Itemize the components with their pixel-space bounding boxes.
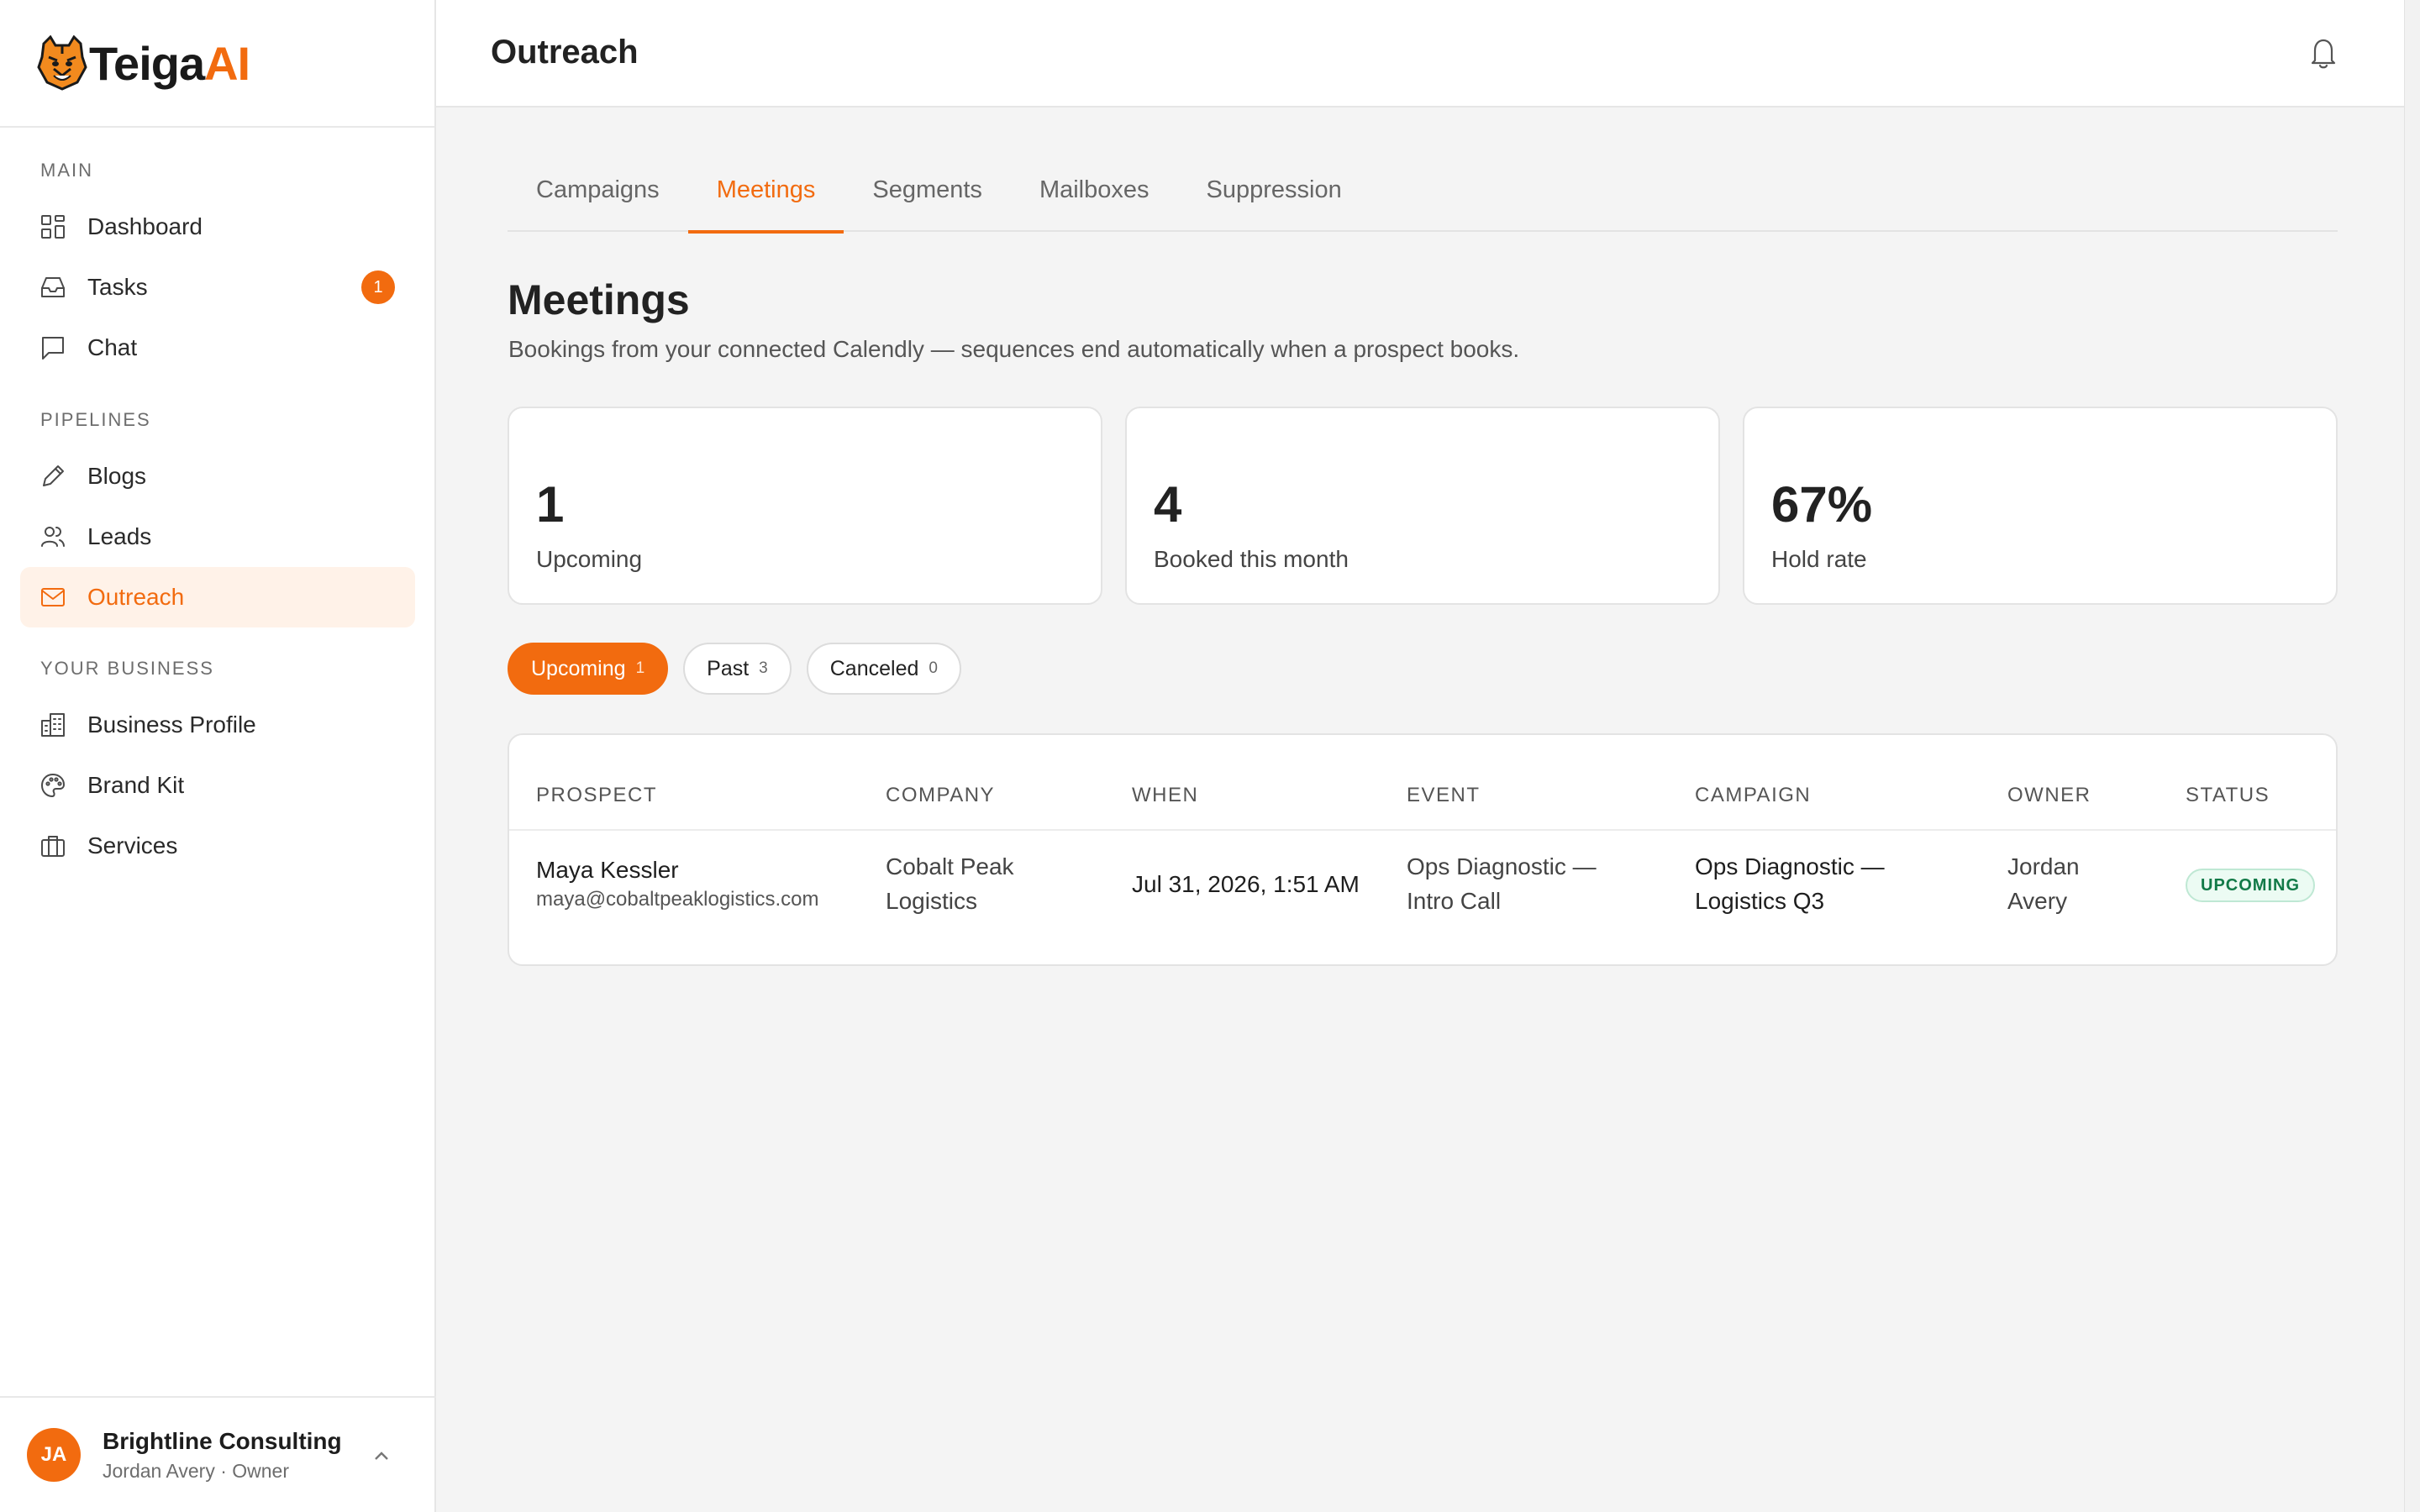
sidebar-item-label: Leads	[87, 523, 152, 549]
column-header-status: STATUS	[2186, 784, 2270, 806]
meetings-table: PROSPECT COMPANY WHEN EVENT CAMPAIGN OWN…	[508, 733, 2338, 966]
palette-icon	[39, 771, 67, 800]
section-label-pipelines: PIPELINES	[40, 409, 151, 430]
chat-icon	[39, 333, 67, 362]
prospect-cell: Maya Kessler maya@cobaltpeaklogistics.co…	[536, 853, 819, 912]
owner-cell: Jordan Avery	[2007, 849, 2080, 918]
tasks-count-badge: 1	[361, 270, 395, 304]
campaign-line: Logistics Q3	[1695, 888, 1825, 914]
company-line: Cobalt Peak	[886, 853, 1014, 879]
filter-upcoming[interactable]: Upcoming 1	[508, 643, 669, 695]
sidebar-item-outreach[interactable]: Outreach	[20, 567, 415, 627]
tab-mailboxes[interactable]: Mailboxes	[1011, 165, 1178, 232]
pencil-icon	[39, 462, 67, 491]
account-switcher[interactable]: JA Brightline Consulting Jordan Avery · …	[0, 1396, 436, 1512]
stat-card-booked-this-month: 4 Booked this month	[1125, 407, 1720, 605]
stat-value: 1	[536, 476, 565, 533]
stat-value: 67%	[1771, 476, 1873, 533]
campaign-line: Ops Diagnostic —	[1695, 853, 1885, 879]
stat-label: Hold rate	[1771, 546, 1867, 572]
sidebar-item-chat[interactable]: Chat	[20, 318, 415, 378]
inbox-icon	[39, 273, 67, 302]
scrollbar[interactable]	[2404, 0, 2420, 1512]
sidebar: TeigaAI MAIN Dashboard Tasks 1 Chat PIPE…	[0, 0, 436, 1512]
stat-card-upcoming: 1 Upcoming	[508, 407, 1102, 605]
filter-label: Canceled	[829, 656, 919, 680]
account-role: Jordan Avery · Owner	[103, 1459, 290, 1482]
sidebar-item-tasks[interactable]: Tasks 1	[20, 257, 415, 318]
bell-icon[interactable]	[2307, 35, 2340, 71]
page-title: Outreach	[491, 34, 639, 71]
sidebar-item-label: Tasks	[87, 274, 148, 300]
tab-meetings[interactable]: Meetings	[687, 165, 844, 234]
column-header-company: COMPANY	[886, 784, 996, 806]
sidebar-item-business-profile[interactable]: Business Profile	[20, 695, 415, 755]
when-cell: Jul 31, 2026, 1:51 AM	[1132, 871, 1360, 897]
company-cell: Cobalt Peak Logistics	[886, 849, 1014, 918]
outreach-tabs: Campaigns Meetings Segments Mailboxes Su…	[508, 165, 2338, 234]
stat-label: Booked this month	[1154, 546, 1349, 572]
sidebar-item-services[interactable]: Services	[20, 816, 415, 876]
filter-canceled[interactable]: Canceled 0	[806, 643, 961, 695]
filter-count: 0	[929, 659, 938, 677]
building-icon	[39, 711, 67, 739]
event-line: Ops Diagnostic —	[1407, 853, 1597, 879]
section-title: Meetings	[508, 276, 690, 323]
status-badge: UPCOMING	[2186, 869, 2315, 902]
prospect-email: maya@cobaltpeaklogistics.com	[536, 888, 819, 911]
sidebar-item-label: Brand Kit	[87, 772, 185, 798]
sidebar-item-leads[interactable]: Leads	[20, 507, 415, 567]
logo[interactable]: TeigaAI	[0, 0, 434, 128]
filter-label: Past	[707, 656, 750, 680]
users-icon	[39, 522, 67, 551]
sidebar-item-label: Outreach	[87, 584, 185, 610]
tab-campaigns[interactable]: Campaigns	[508, 165, 688, 232]
filter-count: 1	[635, 659, 645, 677]
owner-line: Jordan	[2007, 853, 2080, 879]
filter-label: Upcoming	[531, 656, 626, 680]
mail-icon	[39, 583, 67, 612]
section-label-main: MAIN	[40, 160, 93, 181]
header-divider	[509, 829, 2336, 831]
column-header-campaign: CAMPAIGN	[1695, 784, 1812, 806]
section-label-your-business: YOUR BUSINESS	[40, 658, 214, 679]
dashboard-icon	[39, 213, 67, 241]
sidebar-item-blogs[interactable]: Blogs	[20, 446, 415, 507]
briefcase-icon	[39, 832, 67, 860]
column-header-event: EVENT	[1407, 784, 1481, 806]
account-name: Brightline Consulting	[103, 1427, 342, 1454]
owner-line: Avery	[2007, 888, 2068, 914]
event-cell: Ops Diagnostic — Intro Call	[1407, 849, 1597, 918]
tiger-logo-icon	[37, 35, 87, 91]
sidebar-item-label: Business Profile	[87, 711, 256, 738]
sidebar-item-label: Services	[87, 832, 178, 858]
tab-segments[interactable]: Segments	[844, 165, 1011, 232]
company-line: Logistics	[886, 888, 977, 914]
filter-past[interactable]: Past 3	[683, 643, 792, 695]
sidebar-item-label: Dashboard	[87, 213, 203, 239]
stat-value: 4	[1154, 476, 1182, 533]
column-header-when: WHEN	[1132, 784, 1199, 806]
column-header-prospect: PROSPECT	[536, 784, 658, 806]
sidebar-item-label: Chat	[87, 334, 138, 360]
event-line: Intro Call	[1407, 888, 1502, 914]
campaign-cell[interactable]: Ops Diagnostic — Logistics Q3	[1695, 849, 1885, 918]
tab-suppression[interactable]: Suppression	[1178, 165, 1370, 232]
prospect-name: Maya Kessler	[536, 857, 679, 883]
sidebar-item-label: Blogs	[87, 463, 147, 489]
brand-wordmark: TeigaAI	[89, 36, 250, 90]
stat-card-hold-rate: 67% Hold rate	[1743, 407, 2338, 605]
avatar: JA	[27, 1428, 81, 1482]
meeting-filters: Upcoming 1 Past 3 Canceled 0	[508, 643, 961, 695]
sidebar-item-brand-kit[interactable]: Brand Kit	[20, 755, 415, 816]
column-header-owner: OWNER	[2007, 784, 2091, 806]
filter-count: 3	[759, 659, 768, 677]
stat-label: Upcoming	[536, 546, 643, 572]
top-header: Outreach	[436, 0, 2404, 108]
sidebar-item-dashboard[interactable]: Dashboard	[20, 197, 415, 257]
section-subtitle: Bookings from your connected Calendly — …	[508, 336, 1520, 362]
chevron-up-icon	[371, 1445, 392, 1467]
